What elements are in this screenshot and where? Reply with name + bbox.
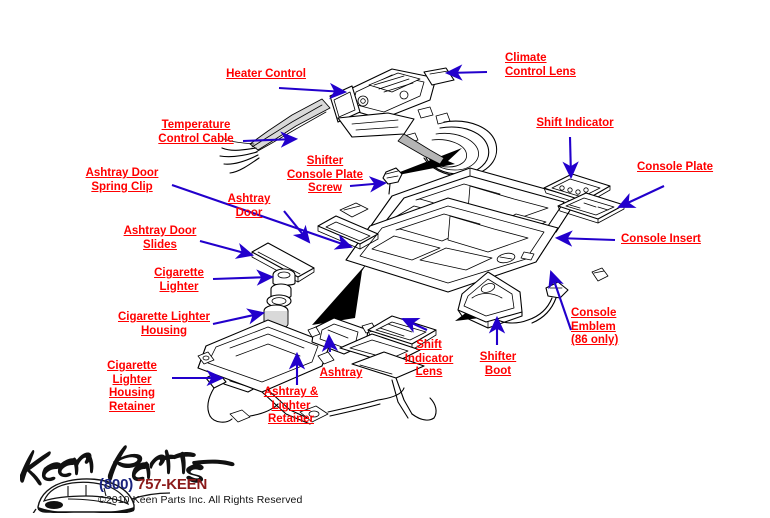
label-line: Control Cable: [158, 132, 234, 145]
label-line: Cigarette Lighter: [117, 311, 210, 323]
label-cigarette-lighter-housing-retainer[interactable]: Cigarette Lighter Housing Retainer: [96, 360, 168, 414]
label-line: Retainer: [267, 413, 315, 425]
label-line: Console Plate: [286, 168, 364, 181]
label-line: Slides: [143, 238, 177, 251]
parts-diagram: .ol{fill:none;stroke:#000;stroke-width:1…: [0, 0, 770, 518]
phone-digits: 757-KEEN: [137, 476, 208, 493]
label-ashtray[interactable]: Ashtray: [311, 367, 371, 381]
label-console-emblem[interactable]: Console Emblem (86 only): [571, 307, 643, 348]
phone-prefix: (800): [99, 476, 134, 493]
label-line: Console Plate: [637, 161, 714, 173]
label-line: Ashtray: [319, 367, 363, 379]
label-line: Cigarette: [154, 267, 204, 279]
label-line: Control Lens: [505, 65, 576, 78]
label-line: Cigarette: [107, 360, 157, 372]
label-line: Door: [235, 206, 263, 219]
label-line: Heater Control: [226, 68, 306, 80]
label-line: Ashtray: [227, 193, 271, 205]
label-line: Spring Clip: [91, 180, 153, 193]
label-line: Housing: [141, 324, 187, 337]
arrow-temperature-control-cable: [242, 131, 299, 148]
label-ashtray-and-lighter-retainer[interactable]: Ashtray & Lighter Retainer: [251, 386, 331, 427]
label-cigarette-lighter[interactable]: Cigarette Lighter: [143, 267, 215, 294]
label-line: Shifter: [479, 351, 517, 363]
label-shifter-console-plate-screw[interactable]: Shifter Console Plate Screw: [281, 155, 369, 196]
label-console-insert[interactable]: Console Insert: [621, 233, 731, 247]
label-line: (86 only): [571, 334, 619, 346]
label-line: Console Insert: [621, 233, 701, 245]
label-heater-control[interactable]: Heater Control: [131, 68, 306, 82]
label-ashtray-door[interactable]: Ashtray Door: [218, 193, 280, 220]
label-line: Shifter: [306, 155, 344, 167]
label-shift-indicator[interactable]: Shift Indicator: [531, 117, 619, 131]
label-line: Housing: [109, 387, 155, 399]
label-console-plate[interactable]: Console Plate: [637, 161, 729, 175]
arrow-shift-indicator: [562, 136, 579, 180]
label-line: Ashtray &: [263, 386, 319, 398]
label-line: Retainer: [108, 400, 156, 413]
label-line: Boot: [484, 364, 512, 377]
label-line: Console: [571, 307, 617, 319]
label-line: Lighter: [159, 280, 199, 293]
label-cigarette-lighter-housing[interactable]: Cigarette Lighter Housing: [111, 311, 217, 338]
arrow-ashtray-door-slides: [199, 239, 255, 259]
arrow-ashtray: [321, 333, 339, 353]
arrow-cigarette-lighter: [212, 269, 275, 286]
label-line: Screw: [308, 182, 342, 194]
arrow-climate-control-lens: [444, 64, 488, 81]
label-shift-indicator-lens[interactable]: Shift Indicator Lens: [399, 339, 459, 380]
arrow-heater-control: [278, 82, 348, 100]
phone-number[interactable]: (800) 757-KEEN: [99, 476, 207, 493]
label-shifter-boot[interactable]: Shifter Boot: [470, 351, 526, 378]
label-ashtray-door-slides[interactable]: Ashtray Door Slides: [114, 225, 206, 252]
label-climate-control-lens[interactable]: Climate Control Lens: [505, 52, 625, 79]
label-line: Shift: [416, 339, 442, 351]
label-line: Emblem: [571, 320, 616, 333]
label-line: Shift Indicator: [536, 117, 614, 129]
label-line: Temperature: [161, 119, 231, 131]
arrow-cigarette-lighter-housing: [212, 308, 266, 326]
label-line: Lens: [415, 366, 443, 378]
label-line: Ashtray Door: [85, 167, 159, 179]
label-line: Lighter: [271, 399, 311, 412]
label-line: Ashtray Door: [123, 225, 197, 237]
label-line: Lighter: [112, 373, 152, 386]
arrow-console-plate: [617, 185, 665, 208]
arrow-shift-indicator-lens: [401, 318, 428, 333]
label-ashtray-door-spring-clip[interactable]: Ashtray Door Spring Clip: [76, 167, 168, 194]
arrow-ashtray-door: [283, 210, 311, 244]
label-line: Climate: [505, 52, 547, 64]
label-temperature-control-cable[interactable]: Temperature Control Cable: [152, 119, 240, 146]
label-line: Indicator: [404, 352, 454, 365]
copyright-notice: ©2010 Keen Parts Inc. All Rights Reserve…: [98, 494, 303, 506]
arrow-console-insert: [554, 230, 616, 247]
arrow-console-emblem: [548, 270, 572, 331]
